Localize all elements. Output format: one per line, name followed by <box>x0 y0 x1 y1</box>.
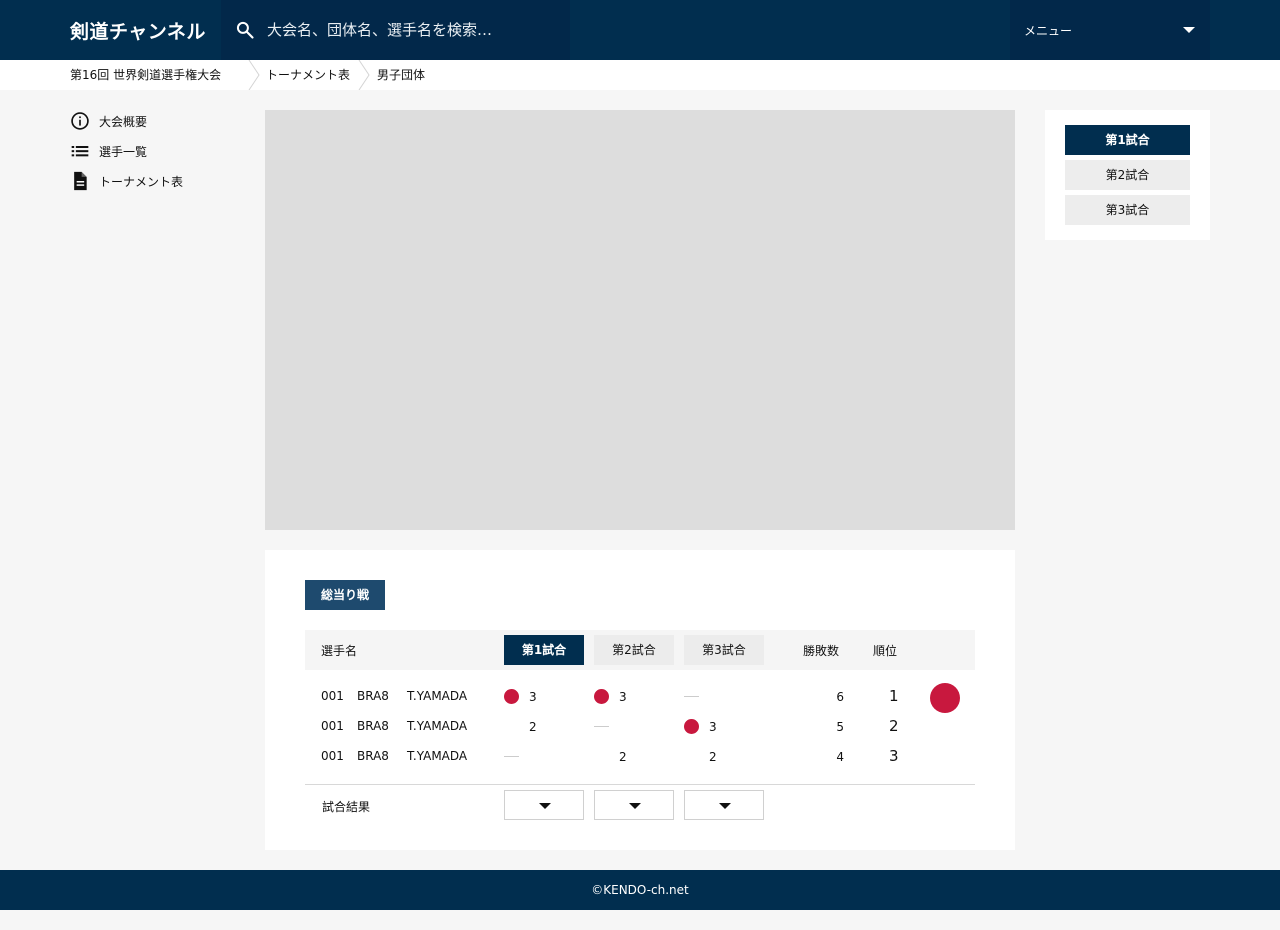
caret-down-icon <box>719 803 731 809</box>
rank-value: 2 <box>889 717 899 735</box>
table-header: 選手名 第1試合 第2試合 第3試合 勝敗数 順位 <box>305 630 975 670</box>
player-country: BRA8 <box>357 689 389 703</box>
sidebar-item-label: 大会概要 <box>99 115 148 129</box>
header: 剣道チャンネル メニュー <box>0 0 1280 60</box>
match-2-result-select[interactable] <box>594 790 674 820</box>
win-marker-icon <box>684 719 699 734</box>
copyright-text: ©KENDO-ch.net <box>591 883 689 897</box>
match-score: 3 <box>619 690 627 704</box>
video-player[interactable] <box>265 110 1015 530</box>
rank-value: 3 <box>889 747 899 765</box>
no-score-dash <box>684 696 699 697</box>
menu-dropdown[interactable]: メニュー <box>1010 0 1210 60</box>
match-score: 3 <box>529 690 537 704</box>
no-score-dash <box>504 756 519 757</box>
win-marker-icon <box>594 689 609 704</box>
wins-count: 6 <box>836 690 844 704</box>
match-3-result-select[interactable] <box>684 790 764 820</box>
league-type-badge: 総当り戦 <box>305 580 385 610</box>
breadcrumb-bracket[interactable]: トーナメント表 <box>266 60 350 90</box>
header-wins: 勝敗数 <box>803 644 840 658</box>
match-nav: 第1試合 第2試合 第3試合 <box>1045 110 1210 240</box>
sidebar-item-players[interactable]: 選手一覧 <box>70 140 240 162</box>
no-score-dash <box>594 726 609 727</box>
search-box[interactable] <box>221 0 570 60</box>
player-number: 001 <box>321 689 344 703</box>
match-nav-button-3[interactable]: 第3試合 <box>1065 195 1190 225</box>
player-name: T.YAMADA <box>407 749 468 763</box>
tab-match-1[interactable]: 第1試合 <box>504 635 584 665</box>
caret-down-icon <box>629 803 641 809</box>
search-input[interactable] <box>267 0 557 60</box>
match-result-label: 試合結果 <box>322 800 371 814</box>
win-marker-icon <box>504 689 519 704</box>
site-logo[interactable]: 剣道チャンネル <box>70 17 206 44</box>
sidebar-item-overview[interactable]: 大会概要 <box>70 110 240 132</box>
breadcrumb-current: 男子団体 <box>377 68 426 82</box>
league-panel: 総当り戦 選手名 第1試合 第2試合 第3試合 勝敗数 順位 001 BRA8 … <box>265 550 1015 850</box>
player-number: 001 <box>321 749 344 763</box>
table-row: 001 BRA8 T.YAMADA 2 2 4 3 <box>305 742 975 772</box>
info-icon <box>71 112 89 130</box>
wins-count: 5 <box>836 720 844 734</box>
tab-match-2[interactable]: 第2試合 <box>594 635 674 665</box>
match-1-result-select[interactable] <box>504 790 584 820</box>
match-nav-button-2[interactable]: 第2試合 <box>1065 160 1190 190</box>
breadcrumb: 第16回 世界剣道選手権大会 トーナメント表 男子団体 <box>0 60 1280 90</box>
table-divider <box>305 784 975 785</box>
sidebar-item-label: トーナメント表 <box>99 175 184 189</box>
match-score: 2 <box>709 750 717 764</box>
match-nav-button-1[interactable]: 第1試合 <box>1065 125 1190 155</box>
sidebar-item-bracket[interactable]: トーナメント表 <box>70 170 240 192</box>
breadcrumb-chevron-icon <box>358 60 370 90</box>
table-row: 001 BRA8 T.YAMADA 3 3 6 1 <box>305 682 975 712</box>
tab-match-3[interactable]: 第3試合 <box>684 635 764 665</box>
breadcrumb-tournament[interactable]: 第16回 世界剣道選手権大会 <box>70 60 221 90</box>
document-icon <box>74 171 87 191</box>
header-player-name: 選手名 <box>321 644 358 658</box>
winner-marker-icon <box>930 683 960 713</box>
header-rank: 順位 <box>873 644 898 658</box>
match-score: 2 <box>619 750 627 764</box>
wins-count: 4 <box>836 750 844 764</box>
player-country: BRA8 <box>357 749 389 763</box>
rank-value: 1 <box>889 687 899 705</box>
footer: ©KENDO-ch.net <box>0 870 1280 910</box>
match-score: 3 <box>709 720 717 734</box>
caret-down-icon <box>539 803 551 809</box>
list-icon <box>71 146 89 157</box>
sidebar-item-label: 選手一覧 <box>99 145 148 159</box>
search-icon[interactable] <box>235 20 255 40</box>
menu-label: メニュー <box>1024 24 1073 38</box>
caret-down-icon <box>1183 27 1195 33</box>
table-row: 001 BRA8 T.YAMADA 2 3 5 2 <box>305 712 975 742</box>
breadcrumb-chevron-icon <box>248 60 260 90</box>
player-name: T.YAMADA <box>407 689 468 703</box>
player-number: 001 <box>321 719 344 733</box>
player-country: BRA8 <box>357 719 389 733</box>
player-name: T.YAMADA <box>407 719 468 733</box>
match-score: 2 <box>529 720 537 734</box>
